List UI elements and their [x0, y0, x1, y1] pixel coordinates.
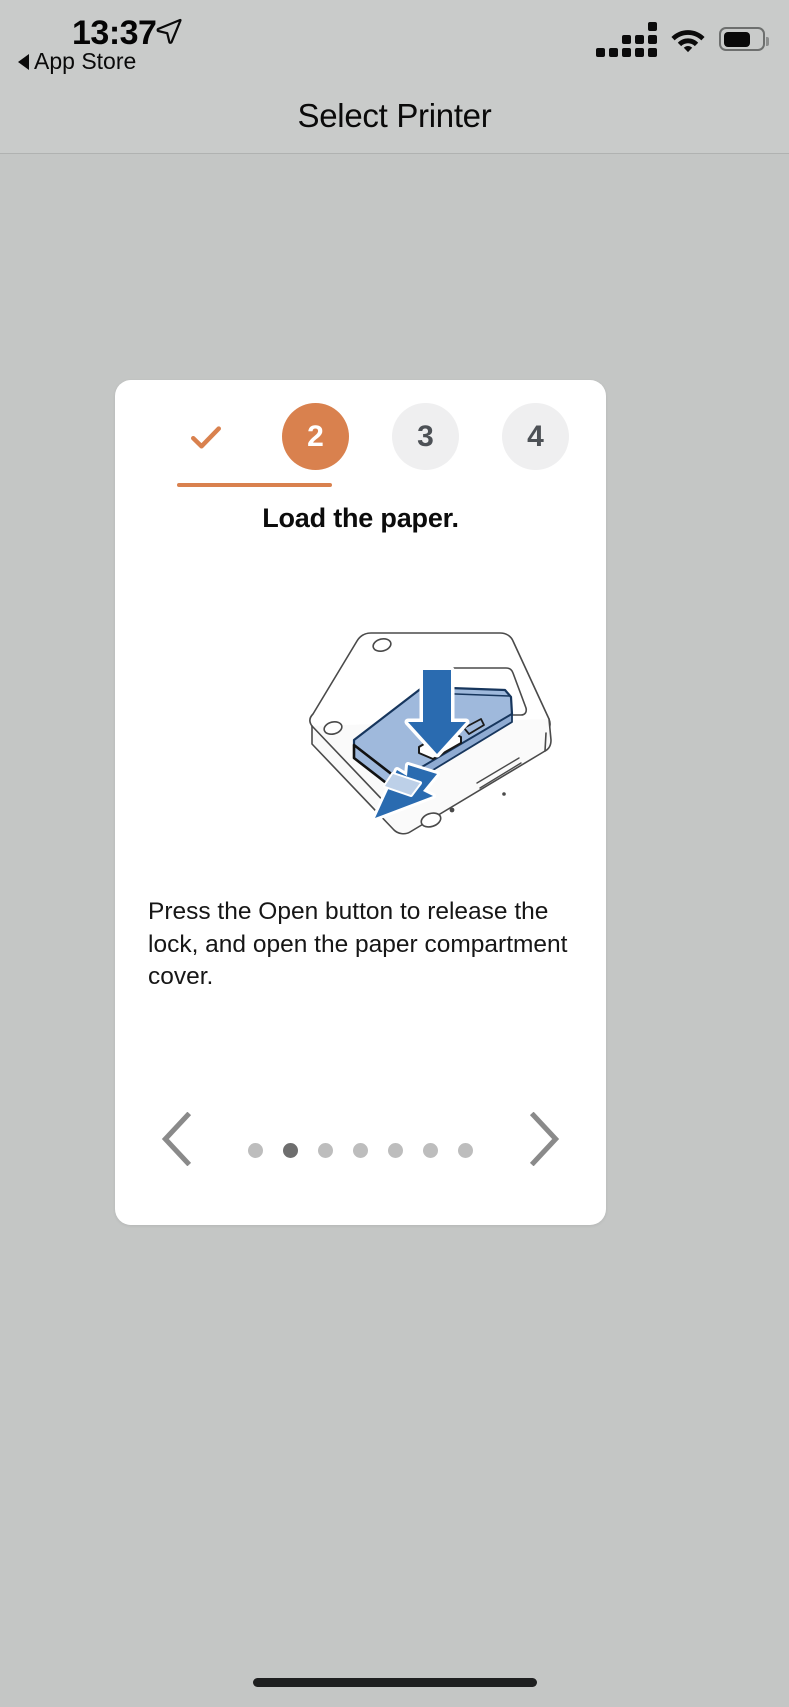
step-1-completed[interactable]	[172, 403, 239, 470]
home-indicator[interactable]	[252, 1678, 537, 1687]
chevron-right-icon[interactable]	[524, 1112, 562, 1166]
step-progress-underline	[177, 483, 332, 487]
back-triangle-icon	[18, 53, 29, 70]
pagination-dots	[248, 1142, 473, 1158]
card-footer-nav	[115, 1075, 606, 1225]
nav-bar: Select Printer	[0, 78, 789, 154]
battery-icon	[719, 27, 769, 51]
back-label: App Store	[34, 48, 137, 74]
step-2-current[interactable]: 2	[282, 403, 349, 470]
cellular-signal-icon	[596, 21, 657, 57]
step-3[interactable]: 3	[392, 403, 459, 470]
location-arrow-icon	[156, 18, 182, 44]
chevron-left-icon[interactable]	[159, 1112, 197, 1166]
step-4[interactable]: 4	[502, 403, 569, 470]
check-icon	[190, 425, 221, 449]
wifi-icon	[671, 29, 705, 52]
pagination-dot[interactable]	[458, 1142, 473, 1158]
back-to-app-store-link[interactable]: App Store	[18, 48, 136, 75]
card-body-text: Press the Open button to release the loc…	[148, 898, 568, 991]
page-title: Select Printer	[297, 96, 492, 134]
card-title: Load the paper.	[262, 503, 459, 533]
pagination-dot[interactable]	[318, 1142, 333, 1158]
pagination-dot[interactable]	[423, 1142, 438, 1158]
step-2-label: 2	[307, 419, 324, 453]
pagination-dot[interactable]	[248, 1142, 263, 1158]
pagination-dot-active[interactable]	[283, 1142, 298, 1158]
status-bar-indicators	[596, 21, 769, 57]
pagination-dot[interactable]	[353, 1142, 368, 1158]
status-bar: 13:37 App Store	[0, 0, 789, 78]
instruction-card: 2 3 4 Load the paper. Press the Open but…	[115, 380, 606, 1225]
pagination-dot[interactable]	[388, 1142, 403, 1158]
step-4-label: 4	[527, 419, 544, 453]
printer-load-paper-illustration: PUSH	[115, 562, 606, 862]
phone-screen: 13:37 App Store Select Printer 2 3 4 Loa…	[0, 0, 789, 1707]
step-3-label: 3	[417, 419, 434, 453]
step-indicator: 2 3 4	[115, 403, 606, 495]
